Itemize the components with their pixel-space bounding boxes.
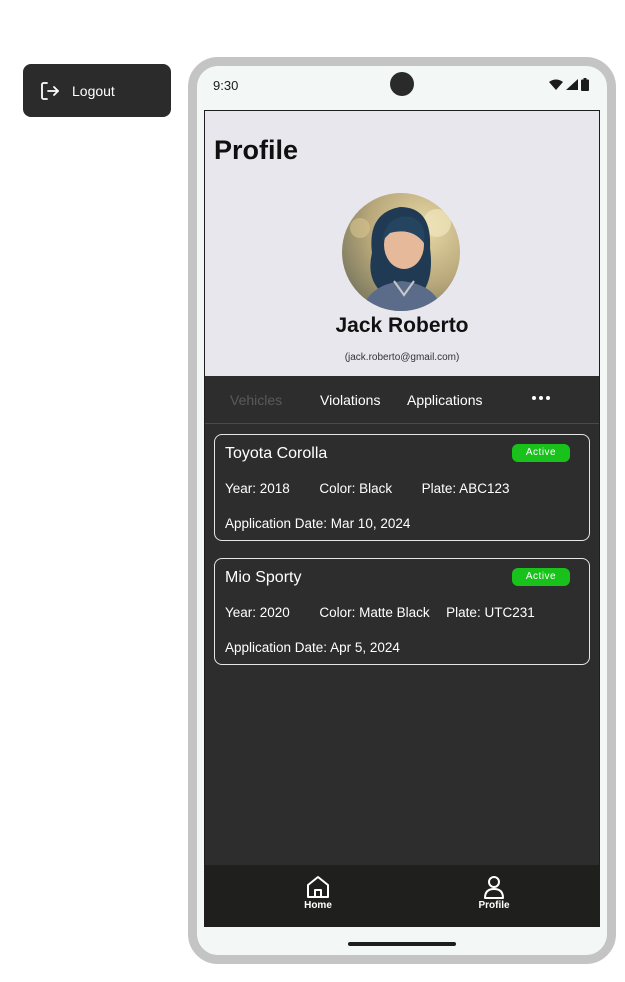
vehicle-color: Color: Matte Black bbox=[319, 605, 430, 620]
more-dot-icon bbox=[539, 396, 543, 400]
application-date: Application Date: Apr 5, 2024 bbox=[225, 640, 400, 655]
logout-button[interactable]: Logout bbox=[23, 64, 171, 117]
vehicle-year: Year: 2020 bbox=[225, 605, 290, 620]
vehicle-card[interactable]: Toyota Corolla Active Year: 2018 Color: … bbox=[214, 434, 590, 541]
nav-profile[interactable]: Profile bbox=[464, 875, 524, 911]
application-date: Application Date: Mar 10, 2024 bbox=[225, 516, 411, 531]
nav-home-label: Home bbox=[304, 900, 332, 911]
user-name: Jack Roberto bbox=[335, 314, 469, 337]
vehicle-details: Year: 2020 Color: Matte Black Plate: UTC… bbox=[225, 605, 535, 620]
logout-label: Logout bbox=[72, 82, 115, 99]
logout-icon bbox=[39, 80, 61, 102]
app-screen: Profile Jack Roberto (jack.roberto@gmail… bbox=[204, 110, 600, 927]
avatar bbox=[342, 193, 460, 311]
home-icon bbox=[307, 876, 329, 898]
vehicle-plate: Plate: ABC123 bbox=[421, 481, 510, 496]
vehicle-name: Toyota Corolla bbox=[225, 445, 328, 462]
vehicle-year: Year: 2018 bbox=[225, 481, 290, 496]
phone-frame: 9:30 Profile Jack Roberto (jack.roberto@… bbox=[188, 57, 616, 964]
tab-vehicles[interactable]: Vehicles bbox=[230, 392, 282, 408]
person-icon bbox=[484, 876, 504, 899]
signal-icon bbox=[566, 79, 578, 90]
more-tabs-button[interactable] bbox=[528, 388, 554, 408]
vehicle-name: Mio Sporty bbox=[225, 569, 302, 586]
wifi-icon bbox=[549, 79, 563, 90]
battery-icon bbox=[581, 78, 589, 91]
profile-header: Profile Jack Roberto (jack.roberto@gmail… bbox=[205, 111, 599, 376]
camera-hole bbox=[390, 72, 414, 96]
vehicle-color: Color: Black bbox=[319, 481, 393, 496]
status-badge: Active bbox=[512, 444, 570, 462]
nav-profile-label: Profile bbox=[478, 900, 510, 911]
vehicle-card[interactable]: Mio Sporty Active Year: 2020 Color: Matt… bbox=[214, 558, 590, 665]
user-email: (jack.roberto@gmail.com) bbox=[344, 352, 460, 363]
tab-violations[interactable]: Violations bbox=[320, 392, 380, 408]
status-badge: Active bbox=[512, 568, 570, 586]
home-indicator[interactable] bbox=[348, 942, 456, 946]
more-dot-icon bbox=[546, 396, 550, 400]
status-time: 9:30 bbox=[213, 78, 239, 93]
profile-tabs: Vehicles Violations Applications bbox=[205, 377, 599, 424]
tab-applications[interactable]: Applications bbox=[407, 392, 483, 408]
more-dot-icon bbox=[532, 396, 536, 400]
vehicle-details: Year: 2018 Color: Black Plate: ABC123 bbox=[225, 481, 509, 496]
status-bar: 9:30 bbox=[197, 66, 607, 111]
system-icons bbox=[549, 78, 589, 91]
bottom-navigation: Home Profile bbox=[205, 865, 599, 926]
vehicle-plate: Plate: UTC231 bbox=[446, 605, 535, 620]
page-title: Profile bbox=[214, 135, 299, 165]
nav-home[interactable]: Home bbox=[288, 875, 348, 911]
